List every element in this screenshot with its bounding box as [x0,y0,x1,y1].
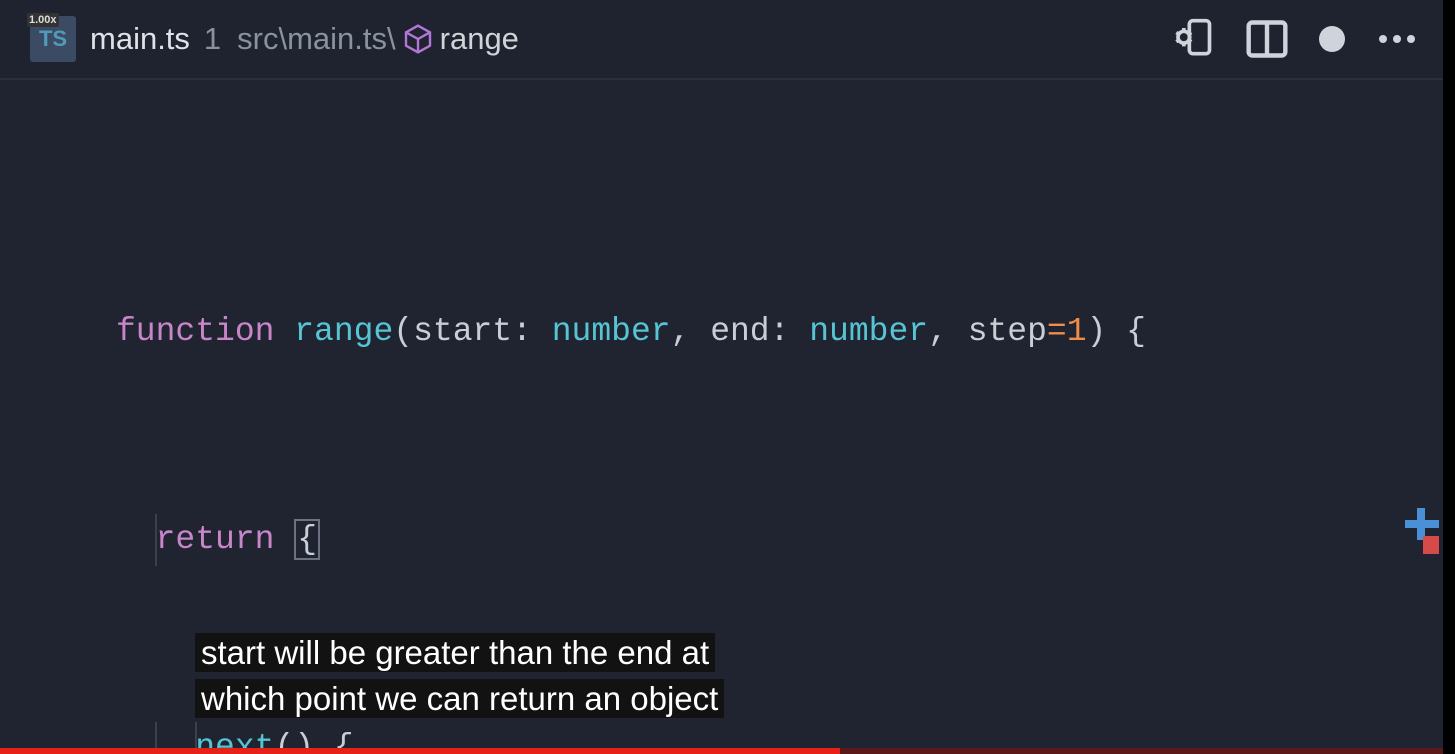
breadcrumb-path[interactable]: src\main.ts\ [237,21,395,57]
file-type-text: TS [39,26,67,52]
code-line[interactable]: return { [0,514,1449,566]
caption-overlay: start will be greater than the end at wh… [195,630,724,722]
error-marker-icon [1423,536,1439,554]
bracket-match-open: { [294,519,320,560]
dirty-indicator-icon[interactable] [1319,26,1345,52]
tab-problem-count: 1 [204,21,221,57]
split-editor-icon[interactable] [1245,17,1289,61]
more-actions-icon[interactable] [1375,35,1419,43]
video-progress-bar[interactable] [0,748,1449,754]
caption-line: start will be greater than the end at [195,633,715,672]
breadcrumb-symbol[interactable]: range [440,21,519,57]
run-settings-icon[interactable] [1171,17,1215,61]
playback-speed-tag: 1.00x [27,13,59,27]
caption-line: which point we can return an object [195,679,724,718]
overview-ruler[interactable] [1405,500,1445,560]
editor-window: 1.00x TS main.ts 1 src\main.ts\ range [0,0,1449,754]
tab-group: 1.00x TS main.ts 1 src\main.ts\ range [30,16,519,62]
video-progress-fill [0,748,840,754]
tab-filename[interactable]: main.ts [90,21,190,57]
symbol-function-icon [402,23,434,55]
window-edge [1443,0,1449,754]
file-type-badge: 1.00x TS [30,16,76,62]
add-marker-icon [1405,520,1439,528]
editor-actions [1171,17,1437,61]
tab-bar: 1.00x TS main.ts 1 src\main.ts\ range [0,0,1449,80]
code-line[interactable]: function range(start: number, end: numbe… [0,306,1449,358]
